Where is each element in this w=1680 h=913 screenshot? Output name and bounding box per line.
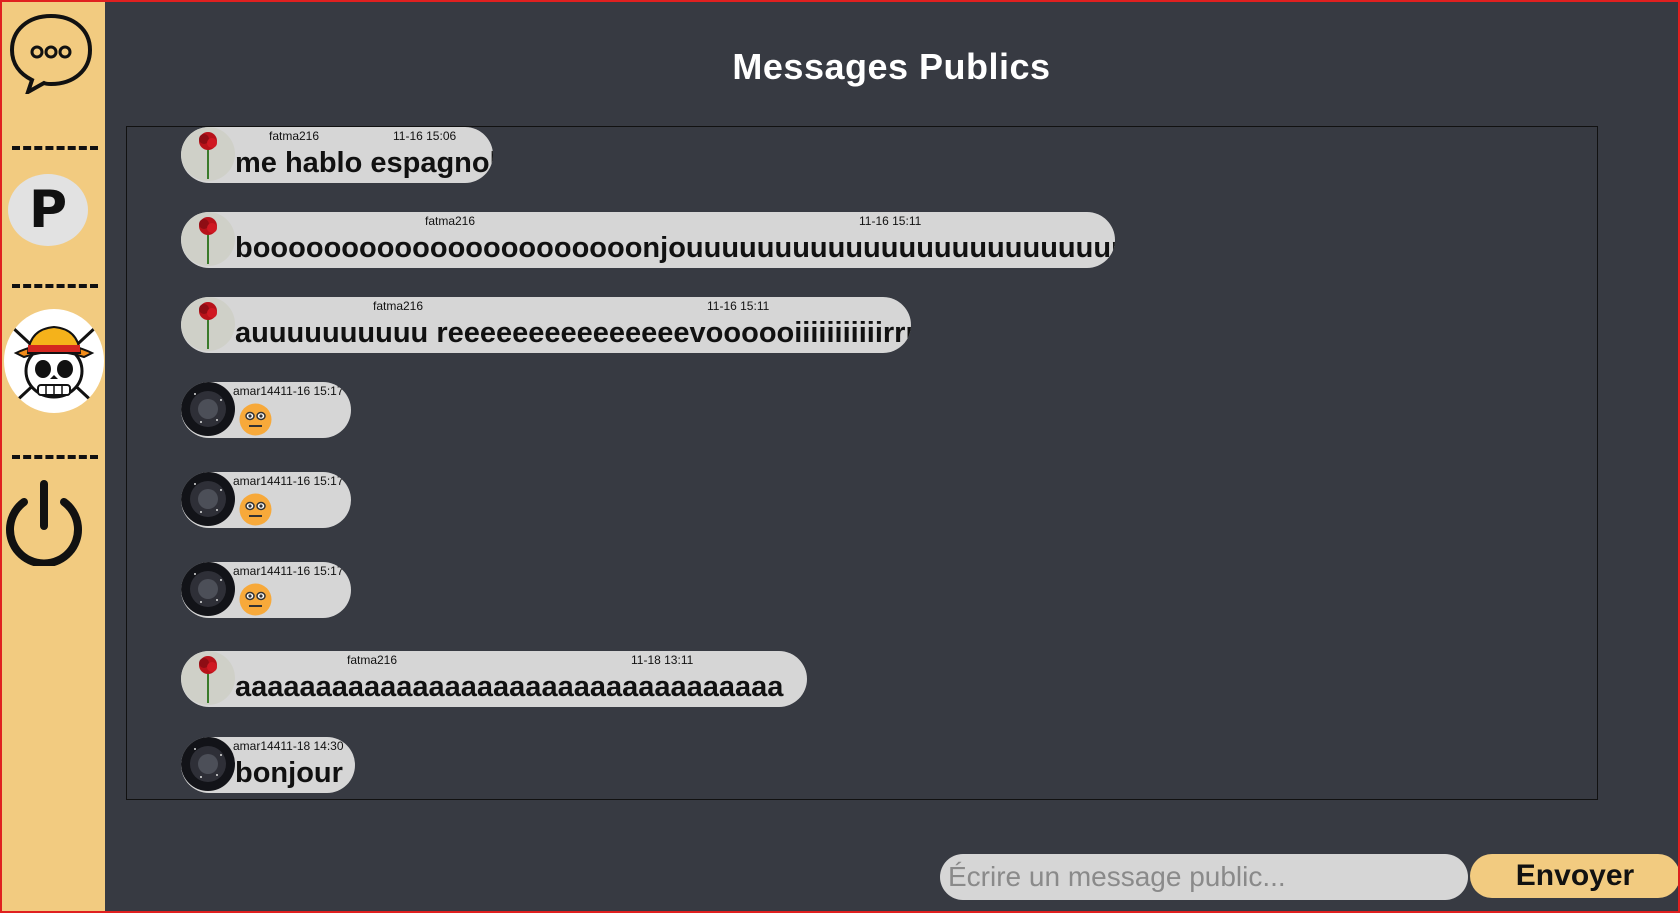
messages-list: fatma216 11-16 15:06 me hablo espagnol f… [126, 126, 1598, 800]
galaxy-avatar [181, 472, 235, 526]
sidebar-divider [12, 146, 98, 150]
message-time: 11-18 13:11 [631, 653, 694, 667]
message-bubble: amar14411-16 15:17 [181, 382, 351, 438]
message-text: boooooooooooooooooooooonjouuuuuuuuuuuuuu… [235, 232, 1115, 264]
galaxy-avatar [181, 562, 235, 616]
galaxy-avatar [181, 382, 235, 436]
sidebar: P [2, 2, 105, 911]
message-bubble: amar14411-16 15:17 [181, 562, 351, 618]
message-meta: amar14411-18 14:30 [233, 739, 344, 753]
neutral-face-emoji-icon [239, 583, 272, 616]
galaxy-avatar [181, 737, 235, 791]
user-avatar[interactable] [4, 309, 104, 413]
message-time: 11-16 15:11 [859, 214, 922, 228]
app-window: P Messages Publics fatma216 11-16 15:06 … [0, 0, 1680, 913]
rose-avatar [181, 297, 235, 351]
message-text: bonjour [235, 757, 343, 789]
message-text: aaaaaaaaaaaaaaaaaaaaaaaaaaaaaaaaaa [235, 671, 784, 703]
straw-hat-skull-icon [10, 325, 98, 407]
power-icon[interactable] [2, 480, 84, 566]
message-username: fatma216 [425, 214, 476, 228]
message-bubble: fatma216 11-16 15:11 auuuuuuuuuu reeeeee… [181, 297, 911, 353]
sidebar-divider [12, 284, 98, 288]
message-bubble: amar14411-16 15:17 [181, 472, 351, 528]
message-username: fatma216 [373, 299, 424, 313]
message-time: 11-16 15:06 [393, 129, 457, 143]
message-bubble: fatma216 11-16 15:11 boooooooooooooooooo… [181, 212, 1115, 268]
message-bubble: fatma216 11-18 13:11 aaaaaaaaaaaaaaaaaaa… [181, 651, 807, 707]
message-bubble: fatma216 11-16 15:06 me hablo espagnol [181, 127, 493, 183]
rose-avatar [181, 651, 235, 705]
message-username: fatma216 [269, 129, 320, 143]
page-title: Messages Publics [732, 46, 1051, 87]
rose-avatar [181, 212, 235, 266]
message-meta: amar14411-16 15:17 [233, 564, 344, 578]
message-text: auuuuuuuuuu reeeeeeeeeeeeeeevoooooiiiiii… [235, 317, 911, 349]
chat-bubble-icon[interactable] [8, 12, 94, 94]
message-time: 11-16 15:11 [707, 299, 770, 313]
profile-button[interactable]: P [8, 174, 88, 246]
message-meta: amar14411-16 15:17 [233, 384, 344, 398]
neutral-face-emoji-icon [239, 493, 272, 526]
message-text: me hablo espagnol [235, 147, 493, 179]
message-username: fatma216 [347, 653, 398, 667]
public-message-input[interactable] [940, 854, 1468, 900]
sidebar-divider [12, 455, 98, 459]
send-button[interactable]: Envoyer [1470, 854, 1678, 898]
message-bubble: amar14411-18 14:30 bonjour [181, 737, 355, 793]
neutral-face-emoji-icon [239, 403, 272, 436]
rose-avatar [181, 127, 235, 181]
profile-button-label: P [28, 180, 68, 240]
message-meta: amar14411-16 15:17 [233, 474, 344, 488]
